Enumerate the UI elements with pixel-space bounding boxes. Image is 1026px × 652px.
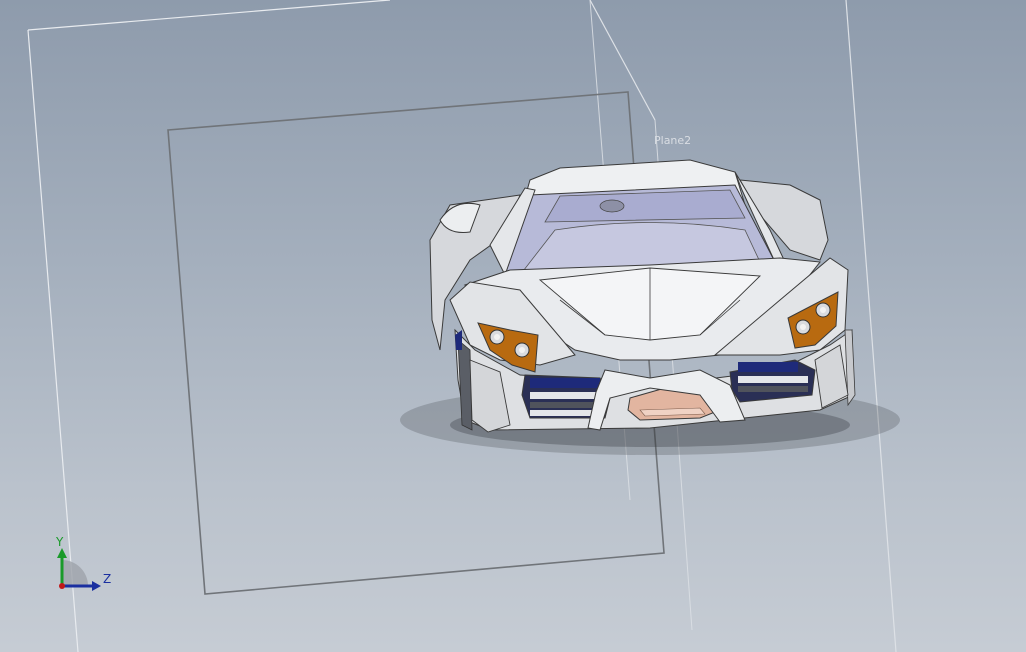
graphics-viewport[interactable]: Plane2 Y Z bbox=[0, 0, 1026, 652]
triad-z-label: Z bbox=[103, 572, 111, 586]
orientation-triad: Y Z bbox=[55, 535, 111, 591]
car-model[interactable] bbox=[400, 159, 900, 455]
reference-plane-outer[interactable] bbox=[27, 0, 391, 652]
plane2-label: Plane2 bbox=[654, 134, 691, 147]
triad-y-label: Y bbox=[55, 535, 64, 549]
model-scene[interactable]: Plane2 Y Z bbox=[0, 0, 1026, 652]
triad-x-axis bbox=[59, 583, 65, 589]
